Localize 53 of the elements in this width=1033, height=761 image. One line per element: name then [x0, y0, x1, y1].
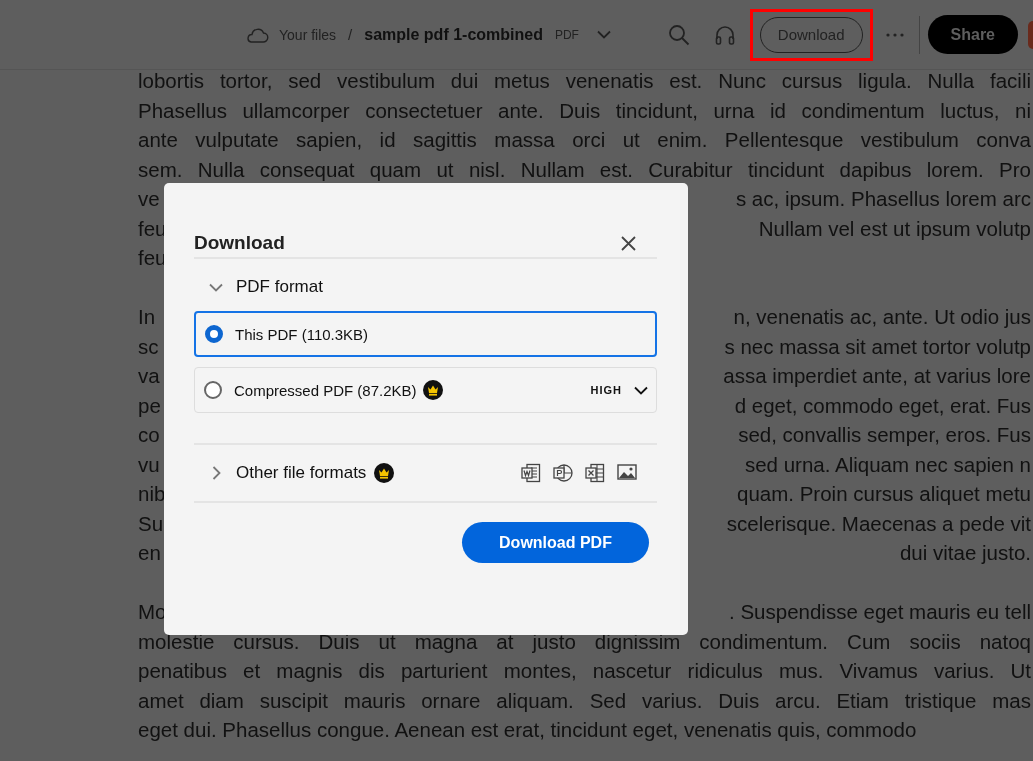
cloud-icon: [245, 26, 269, 43]
document-text: s ac, ipsum. Phasellus lorem arc: [735, 186, 1031, 212]
download-pdf-button[interactable]: Download PDF: [462, 522, 649, 563]
section-header[interactable]: Other file formats: [236, 463, 367, 483]
document-text: vu: [138, 451, 160, 478]
document-text: sed, convallis semper, eros. Fus: [738, 422, 1031, 448]
document-text: ve: [138, 186, 160, 212]
document-text: va: [138, 363, 160, 389]
document-text: pe: [138, 392, 161, 419]
close-icon[interactable]: [621, 235, 636, 251]
section-header[interactable]: PDF format: [236, 277, 323, 297]
document-text: assa imperdiet ante, at varius lore: [723, 363, 1031, 389]
radio-button[interactable]: [204, 381, 222, 399]
radio-button[interactable]: [205, 325, 223, 343]
chevron-down-icon: [634, 385, 648, 395]
document-text: dui vitae justo.: [899, 540, 1031, 566]
format-option[interactable]: Compressed PDF (87.2KB) HIGH: [194, 367, 657, 413]
document-text: amet diam suscipit mauris ornare aliquam. Sed varius. Duis arcu. Etiam tristique mas: [138, 687, 1031, 714]
document-text: eget dui. Phasellus congue. Aenean est erat, tincidunt eget, venenatis quis, commodo: [138, 717, 917, 743]
search-icon[interactable]: [667, 23, 690, 46]
file-menu-chevron-icon[interactable]: [596, 30, 611, 39]
breadcrumb-separator: /: [348, 26, 353, 43]
document-text: co: [138, 422, 160, 448]
image-icon[interactable]: [617, 463, 637, 481]
document-icon[interactable]: [521, 463, 541, 483]
document-text: n, venenatis ac, ante. Ut odio jus: [733, 304, 1031, 330]
document-text: . Suspendisse eget mauris eu tell: [729, 599, 1031, 625]
dialog-title: Download: [194, 232, 285, 254]
document-text: quam. Proin cursus aliquet metu: [737, 481, 1031, 507]
document-text: Su: [138, 510, 164, 537]
document-text: sed urna. Aliquam nec sapien n: [744, 451, 1031, 478]
document-text: scelerisque. Maecenas a pede vit: [726, 510, 1031, 537]
file-name: sample pdf 1-combined: [364, 25, 543, 44]
document-text: d eget, commodo eget, erat. Fus: [734, 392, 1031, 419]
document-text: nib: [138, 481, 166, 507]
format-option[interactable]: This PDF (110.3KB): [194, 311, 657, 357]
document-text: sem. Nulla consequat quam ut nisl. Nullam est. Curabitur tincidunt dapibus lorem. Pro: [138, 156, 1031, 183]
document-text: ante vulputate sapien, id sagittis massa orci ut enim. Pellentesque vestibulum conva: [138, 127, 1031, 153]
document-text: s nec massa sit amet tortor volutp: [724, 333, 1031, 360]
document-text: In: [138, 304, 156, 330]
document-text: sc: [138, 333, 159, 360]
document-text: Nullam vel est ut ipsum volutp: [758, 215, 1031, 242]
document-text: lobortis tortor, sed vestibulum dui metus venenatis est. Nunc cursus ligula. Nulla facili: [138, 68, 1031, 94]
document-text: penatibus et magnis dis parturient montes, nascetur ridiculus mus. Vivamus varius. Ut: [138, 658, 1031, 684]
more-icon[interactable]: [884, 31, 905, 38]
document-text: en: [138, 540, 161, 566]
presentation-icon[interactable]: [553, 463, 573, 483]
document-text: molestie cursus. Duis ut magna at justo dignissim condimentum. Cum sociis natoq: [138, 628, 1031, 655]
headphones-icon[interactable]: [713, 23, 736, 46]
file-type-label: PDF: [554, 27, 579, 42]
document-text: Phasellus ullamcorper consectetuer ante. Duis tincidunt, urna id condimentum luctus, ni: [138, 97, 1031, 124]
spreadsheet-icon[interactable]: [585, 463, 605, 483]
quality-dropdown[interactable]: HIGH: [590, 384, 622, 396]
